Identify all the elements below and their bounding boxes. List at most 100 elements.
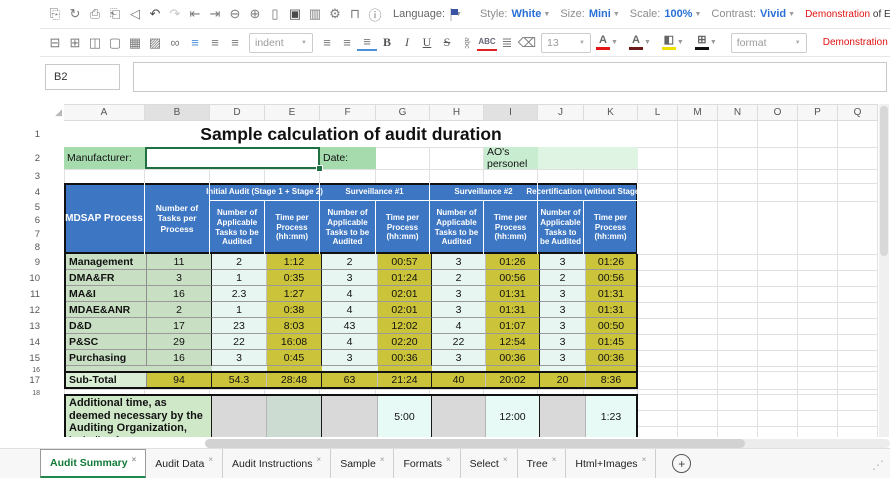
sheet-tab-select[interactable]: Select × (461, 449, 518, 478)
tab-close-icon[interactable]: × (380, 455, 385, 464)
align-center-icon[interactable]: ≡ (205, 34, 225, 52)
table-cell[interactable]: 01:26 (586, 254, 636, 270)
font-color2-button-caret-icon[interactable]: ▼ (644, 39, 651, 46)
table-cell[interactable]: 3 (540, 334, 586, 350)
link-icon[interactable]: ∞ (165, 34, 185, 52)
page-icon[interactable]: ▢ (105, 34, 125, 52)
table-cell[interactable]: 3 (432, 350, 486, 366)
selection-fill-handle[interactable] (316, 165, 323, 172)
table-cell[interactable]: 3 (540, 350, 586, 366)
resize-grip-icon[interactable]: ⋰ (872, 458, 884, 472)
font-size-select[interactable]: 13 ▼ (541, 32, 591, 53)
additional-time-cell[interactable]: 5:00 (378, 396, 432, 437)
table-cell[interactable]: 2 (212, 254, 267, 270)
table-cell[interactable]: 02:01 (378, 286, 432, 302)
tab-close-icon[interactable]: × (132, 455, 137, 464)
table-cell[interactable]: 2 (432, 270, 486, 286)
fill-color-button-caret-icon[interactable]: ▼ (677, 39, 684, 46)
row-header-15[interactable]: 15 (0, 350, 64, 366)
row-header-9[interactable]: 9 (0, 254, 64, 270)
tab-close-icon[interactable]: × (208, 455, 213, 464)
row-header-14[interactable]: 14 (0, 334, 64, 350)
time-sub-header-1[interactable]: Time per Process (hh:mm) (376, 201, 430, 254)
table-cell[interactable]: 2 (540, 270, 586, 286)
table-cell[interactable]: 3 (540, 318, 586, 334)
sheet-tab-tree[interactable]: Tree × (518, 449, 567, 478)
table-cell[interactable]: 11 (147, 254, 212, 270)
tab-close-icon[interactable]: × (446, 455, 451, 464)
table-cell[interactable]: 01:45 (586, 334, 636, 350)
font-color-button[interactable]: A (595, 35, 611, 50)
column-header-I[interactable]: I (484, 104, 538, 121)
group-header-1[interactable]: Surveillance #1 (320, 183, 430, 201)
merge-across-icon[interactable]: ⊞ (65, 34, 85, 52)
table-cell[interactable]: 8:03 (267, 318, 322, 334)
column-header-O[interactable]: O (758, 104, 798, 121)
split-cells-icon[interactable]: ◫ (85, 34, 105, 52)
table-cell[interactable]: Purchasing (66, 350, 147, 366)
announce-icon[interactable]: ◁ (125, 5, 145, 23)
pdf-icon[interactable]: ⎗ (105, 5, 125, 23)
contrast-caret-icon[interactable]: ▼ (788, 11, 795, 18)
column-header-E[interactable]: E (265, 104, 320, 121)
font-color2-button[interactable]: A (628, 35, 644, 50)
row-header-2[interactable]: 2 (0, 147, 64, 169)
table-cell[interactable]: 3 (212, 350, 267, 366)
cell-reference-box[interactable]: B2 (45, 64, 120, 90)
table-cell[interactable]: 3 (322, 270, 378, 286)
row-header-12[interactable]: 12 (0, 302, 64, 318)
valign-middle-icon[interactable]: ≡ (337, 34, 357, 52)
additional-time-cell[interactable] (267, 396, 322, 437)
undo-icon[interactable]: ↶ (145, 5, 165, 23)
table-cell[interactable]: 16:08 (267, 334, 322, 350)
subtotal-cell[interactable]: 28:48 (267, 373, 322, 387)
table-cell[interactable]: 3 (540, 286, 586, 302)
formula-input[interactable] (133, 62, 887, 92)
align-left-icon[interactable]: ≡ (185, 34, 205, 52)
table-cell[interactable]: 3 (322, 350, 378, 366)
valign-top-icon[interactable]: ≡ (317, 34, 337, 52)
table-cell[interactable]: 00:50 (586, 318, 636, 334)
border-color-button-caret-icon[interactable]: ▼ (710, 39, 717, 46)
table-cell[interactable]: 3 (540, 254, 586, 270)
time-sub-header-0[interactable]: Time per Process (hh:mm) (265, 201, 320, 254)
outdent-icon[interactable]: ⇤ (185, 5, 205, 23)
column-header-J[interactable]: J (538, 104, 584, 121)
row-header-8[interactable]: 8 (0, 241, 64, 254)
additional-time-cell[interactable]: 12:00 (486, 396, 540, 437)
table-cell[interactable]: 4 (322, 334, 378, 350)
subtotal-cell[interactable]: 8:36 (586, 373, 636, 387)
wrap-text-icon[interactable]: ≣ (497, 34, 517, 52)
scale-caret-icon[interactable]: ▼ (694, 11, 701, 18)
table-cell[interactable]: 3 (432, 254, 486, 270)
table-cell[interactable]: 01:31 (486, 302, 540, 318)
table-cell[interactable]: 12:02 (378, 318, 432, 334)
group-header-2[interactable]: Surveillance #2 (430, 183, 538, 201)
sheet-tab-formats[interactable]: Formats × (394, 449, 461, 478)
column-header-Q[interactable]: Q (838, 104, 878, 121)
align-right-icon[interactable]: ≡ (225, 34, 245, 52)
column-header-K[interactable]: K (584, 104, 638, 121)
redo-icon[interactable]: ↷ (165, 5, 185, 23)
title-cell[interactable]: Sample calculation of audit duration (64, 121, 638, 147)
valign-bottom-icon[interactable]: ≡ (357, 34, 377, 51)
fill-color-button[interactable]: ◧ (661, 35, 677, 50)
horizontal-scrollbar[interactable] (205, 439, 890, 448)
table-cell[interactable]: 3 (540, 302, 586, 318)
date-label-cell[interactable]: Date: (320, 147, 376, 169)
indent-select[interactable]: indent ▼ (249, 32, 313, 53)
sheet-tab-sample[interactable]: Sample × (331, 449, 395, 478)
sheet-tab-audit-summary[interactable]: Audit Summary × (40, 449, 147, 478)
table-cell[interactable]: 01:31 (586, 302, 636, 318)
table-cell[interactable]: 01:26 (486, 254, 540, 270)
table-cell[interactable]: D&D (66, 318, 147, 334)
table-cell[interactable]: 02:01 (378, 302, 432, 318)
column-header-N[interactable]: N (718, 104, 758, 121)
tasks-sub-header-0[interactable]: Number of Applicable Tasks to be Audited (210, 201, 265, 254)
table-cell[interactable]: 16 (147, 350, 212, 366)
table-cell[interactable]: 01:31 (586, 286, 636, 302)
clear-format-icon[interactable]: ⌫ (517, 34, 537, 52)
subtotal-cell[interactable]: 40 (432, 373, 486, 387)
vertical-scrollbar-thumb[interactable] (880, 106, 888, 256)
subtotal-cell[interactable]: 54.3 (212, 373, 267, 387)
